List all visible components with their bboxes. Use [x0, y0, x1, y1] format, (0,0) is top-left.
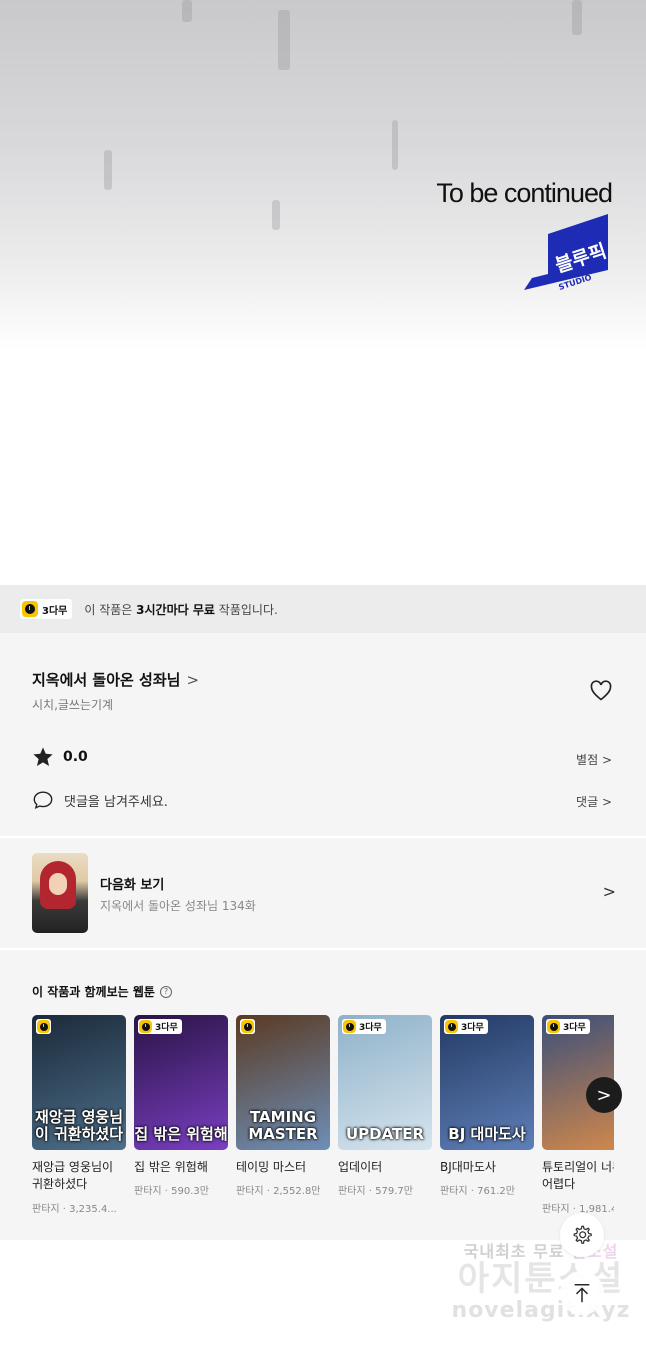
wait-free-badge-label: 3다무	[563, 1023, 586, 1033]
watermark-line2: 아지툰소설	[457, 1259, 625, 1299]
chevron-right-icon: >	[186, 671, 200, 689]
work-title-link[interactable]: 지옥에서 돌아온 성좌님 >	[32, 669, 199, 690]
recommendation-card[interactable]: 3다무 UPDATER 업데이터판타지 · 579.7만	[338, 1015, 432, 1197]
cover-title-art: BJ 대마도사	[448, 1124, 526, 1143]
free-banner-bold: 3시간마다 무료	[136, 602, 215, 617]
wait-free-badge: 3다무	[546, 1019, 590, 1034]
clock-icon	[445, 1020, 458, 1033]
star-icon	[33, 747, 53, 766]
cover-title-art: 재앙급 영웅님이 귀환하셨다	[34, 1108, 124, 1143]
rating-display: 0.0	[32, 746, 88, 768]
comic-panel: To be continued 블루픽 STUDIO	[0, 0, 646, 585]
free-banner-prefix: 이 작품은	[84, 602, 133, 617]
recommendation-cover: TAMING MASTER	[236, 1015, 330, 1150]
cover-title-art: UPDATER	[345, 1124, 425, 1143]
watermark-line3: novelagit.xyz	[451, 1297, 631, 1323]
wait-free-badge	[36, 1019, 51, 1034]
next-episode-label: 다음화 보기	[100, 878, 165, 893]
clock-icon	[22, 601, 38, 617]
clock-icon	[241, 1020, 254, 1033]
recommendation-meta: 판타지 · 590.3만	[134, 1186, 209, 1198]
next-episode-subtitle: 지옥에서 돌아온 성좌님 134화	[100, 899, 256, 913]
panel-streak	[272, 200, 280, 230]
recommendation-card[interactable]: TAMING MASTER 테이밍 마스터판타지 · 2,552.8만	[236, 1015, 330, 1197]
panel-streak	[182, 0, 192, 22]
panel-streak	[278, 10, 290, 70]
free-banner: 3다무 이 작품은 3시간마다 무료 작품입니다.	[0, 585, 646, 633]
next-episode-card[interactable]: 다음화 보기 지옥에서 돌아온 성좌님 134화 >	[0, 838, 646, 948]
next-episode-thumbnail	[32, 853, 88, 933]
recommendation-title: 튜토리얼이 너무 어렵다	[542, 1160, 614, 1192]
wait-free-badge: 3다무	[20, 599, 73, 619]
clock-icon	[547, 1020, 560, 1033]
free-banner-suffix: 작품입니다.	[218, 602, 278, 617]
recommendation-card[interactable]: 재앙급 영웅님이 귀환하셨다 재앙급 영웅님이 귀환하셨다 판타지 · 3,235.…	[32, 1015, 126, 1215]
carousel-next-button[interactable]: >	[586, 1077, 622, 1113]
recommendation-cover: 3다무 BJ 대마도사	[440, 1015, 534, 1150]
chevron-right-icon: >	[596, 1084, 612, 1106]
cover-title-art: 집 밖은 위험해	[134, 1124, 228, 1143]
wait-free-badge-label: 3다무	[155, 1023, 178, 1033]
recommendation-card[interactable]: 3다무튜토리얼이 너무 어렵다판타지 · 1,981.4만	[542, 1015, 614, 1215]
help-icon[interactable]: ?	[159, 985, 172, 998]
recommendation-card[interactable]: 3다무 집 밖은 위험해 집 밖은 위험해 판타지 · 590.3만	[134, 1015, 228, 1197]
recommendation-carousel[interactable]: 재앙급 영웅님이 귀환하셨다 재앙급 영웅님이 귀환하셨다 판타지 · 3,235.…	[32, 1015, 614, 1225]
recommendation-title: BJ대마도사	[440, 1160, 496, 1174]
recommendation-cover: 3다무집 밖은 위험해	[134, 1015, 228, 1150]
recommendation-cover: 재앙급 영웅님이 귀환하셨다	[32, 1015, 126, 1150]
gear-icon	[573, 1225, 592, 1244]
recommendation-title: 집 밖은 위험해	[134, 1160, 208, 1174]
studio-logo: 블루픽 STUDIO	[524, 214, 609, 292]
recommendation-meta: 판타지 · 761.2만	[440, 1186, 515, 1198]
recommendation-card[interactable]: 3다무 BJ 대마도사 BJ대마도사판타지 · 761.2만	[440, 1015, 534, 1197]
watermark: 국내최초 무료 웹소설 아지툰소설 novelagit.xyz	[446, 1238, 636, 1323]
recommendation-meta: 판타지 · 579.7만	[338, 1186, 413, 1198]
panel-streak	[392, 120, 398, 170]
recommendation-title: 재앙급 영웅님이 귀환하셨다	[32, 1160, 114, 1192]
recommendations-heading: 이 작품과 함께보는 웹툰 ?	[32, 983, 172, 1000]
work-title: 지옥에서 돌아온 성좌님	[32, 671, 181, 689]
heart-icon[interactable]	[589, 679, 613, 703]
comment-bubble-icon	[33, 791, 53, 810]
wait-free-badge-label: 3다무	[42, 605, 68, 617]
panel-streak	[104, 150, 112, 190]
work-info-section: 지옥에서 돌아온 성좌님 > 시치,글쓰는기계 0.0 별점 > 댓글을 남겨주세…	[0, 633, 646, 836]
arrow-up-icon	[574, 1284, 590, 1303]
recommendation-meta: 판타지 · 3,235.4...	[32, 1203, 117, 1215]
recommendations-heading-text: 이 작품과 함께보는 웹툰	[32, 985, 155, 999]
scroll-top-button[interactable]	[560, 1271, 604, 1315]
rating-value: 0.0	[63, 749, 88, 765]
wait-free-badge	[240, 1019, 255, 1034]
rating-link[interactable]: 별점 >	[576, 751, 612, 768]
clock-icon	[37, 1020, 50, 1033]
wait-free-badge-label: 3다무	[461, 1023, 484, 1033]
comment-link[interactable]: 댓글 >	[576, 793, 612, 810]
recommendations-section: 이 작품과 함께보는 웹툰 ? 재앙급 영웅님이 귀환하셨다 재앙급 영웅님이 귀…	[0, 950, 646, 1240]
wait-free-badge: 3다무	[342, 1019, 386, 1034]
to-be-continued-text: To be continued	[436, 178, 613, 208]
chevron-right-icon: >	[602, 882, 616, 901]
work-authors: 시치,글쓰는기계	[32, 698, 114, 712]
recommendation-title: 업데이터	[338, 1160, 383, 1174]
recommendation-meta: 판타지 · 2,552.8만	[236, 1186, 321, 1198]
wait-free-badge: 3다무	[138, 1019, 182, 1034]
cover-title-art: TAMING MASTER	[248, 1108, 318, 1143]
clock-icon	[343, 1020, 356, 1033]
clock-icon	[139, 1020, 152, 1033]
wait-free-badge-label: 3다무	[359, 1023, 382, 1033]
settings-button[interactable]	[560, 1213, 604, 1257]
recommendation-cover: 3다무 UPDATER	[338, 1015, 432, 1150]
comment-input[interactable]: 댓글을 남겨주세요.	[32, 789, 168, 811]
wait-free-badge: 3다무	[444, 1019, 488, 1034]
comment-placeholder: 댓글을 남겨주세요.	[64, 794, 168, 810]
panel-streak	[572, 0, 582, 35]
recommendation-title: 테이밍 마스터	[236, 1160, 307, 1174]
